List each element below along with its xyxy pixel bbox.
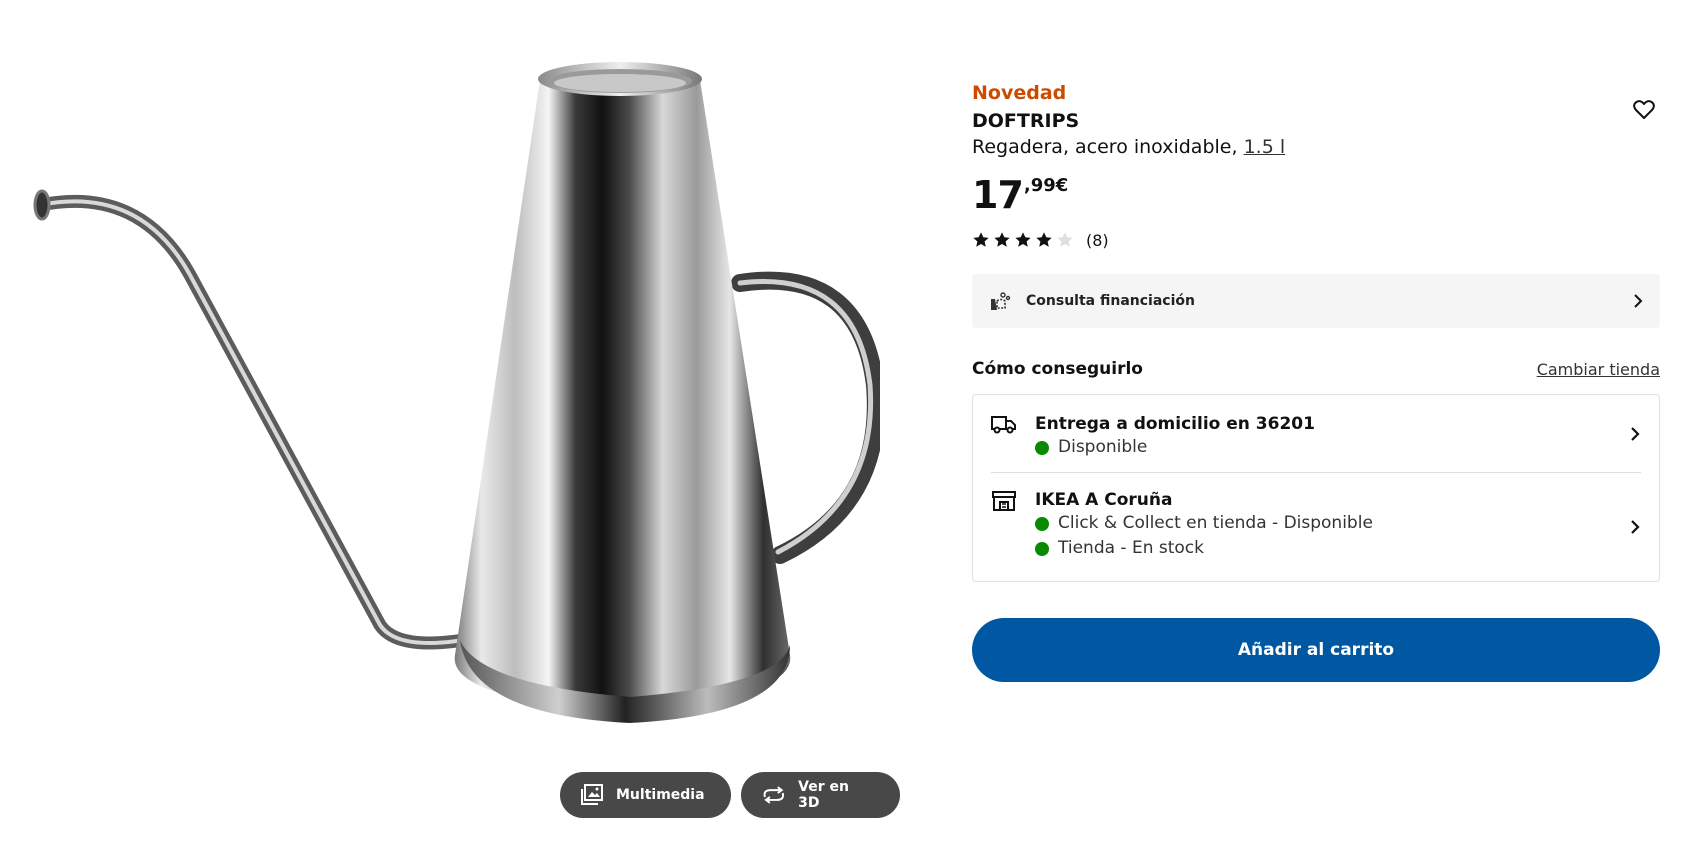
- add-to-cart-label: Añadir al carrito: [1237, 640, 1395, 660]
- new-badge: Novedad: [972, 82, 1067, 104]
- store-option[interactable]: IKEA A Coruña Click & Collect en tienda …: [991, 473, 1641, 581]
- click-collect-status: Click & Collect en tienda - Disponible: [1035, 511, 1641, 536]
- star-filled-icon: [973, 232, 989, 247]
- gallery-icon: [581, 784, 603, 805]
- product-image[interactable]: [20, 55, 880, 755]
- price: 17 ,99€: [972, 172, 1660, 220]
- change-store-link[interactable]: Cambiar tienda: [1537, 360, 1660, 379]
- home-delivery-status: Disponible: [1035, 435, 1641, 460]
- chevron-right-icon: [1631, 520, 1640, 534]
- truck-icon: [991, 416, 1016, 434]
- product-gallery: Multimedia Ver en 3D: [0, 0, 900, 846]
- home-delivery-option[interactable]: Entrega a domicilio en 36201 Disponible: [991, 395, 1641, 473]
- product-page: Multimedia Ver en 3D Novedad DOFTRIPS Re…: [0, 0, 1693, 846]
- view-3d-label: Ver en 3D: [798, 779, 849, 811]
- view-3d-button[interactable]: Ver en 3D: [740, 772, 900, 818]
- status-dot: [1035, 516, 1049, 531]
- price-decimal: ,99€: [1023, 175, 1069, 196]
- product-description: Regadera, acero inoxidable, 1.5 l: [972, 134, 1660, 160]
- heart-icon: [1633, 100, 1655, 119]
- how-to-get-title: Cómo conseguirlo: [972, 359, 1143, 379]
- store-stock-status-text: Tienda - En stock: [1058, 538, 1205, 558]
- status-dot: [1035, 440, 1049, 455]
- coins-icon: [991, 292, 1011, 310]
- product-info: Novedad DOFTRIPS Regadera, acero inoxida…: [972, 80, 1660, 682]
- review-count: (8): [1086, 230, 1109, 250]
- how-to-get-header: Cómo conseguirlo Cambiar tienda: [972, 356, 1660, 382]
- store-stock-status: Tienda - En stock: [1035, 536, 1641, 561]
- rating[interactable]: (8): [972, 226, 1660, 254]
- product-description-text: Regadera, acero inoxidable,: [972, 136, 1238, 158]
- rotate-3d-icon: [763, 786, 784, 804]
- star-filled-icon: [1015, 232, 1031, 247]
- media-controls: Multimedia Ver en 3D: [560, 772, 900, 818]
- product-size-link[interactable]: 1.5 l: [1244, 136, 1286, 158]
- star-filled-icon: [1036, 232, 1052, 247]
- price-integer: 17: [972, 173, 1024, 217]
- chevron-right-icon: [1634, 294, 1643, 308]
- fulfillment-options: Entrega a domicilio en 36201 Disponible: [972, 394, 1660, 582]
- status-dot: [1035, 541, 1049, 556]
- rating-stars: [972, 231, 1074, 249]
- star-empty-icon: [1057, 232, 1073, 247]
- click-collect-status-text: Click & Collect en tienda - Disponible: [1058, 513, 1373, 533]
- favorite-button[interactable]: [1628, 94, 1660, 126]
- add-to-cart-button[interactable]: Añadir al carrito: [972, 618, 1660, 682]
- financing-label: Consulta financiación: [1026, 293, 1195, 309]
- chevron-right-icon: [1631, 426, 1640, 441]
- multimedia-label: Multimedia: [616, 787, 705, 803]
- product-name[interactable]: DOFTRIPS: [972, 108, 1660, 134]
- financing-button[interactable]: Consulta financiación: [972, 274, 1660, 328]
- home-delivery-title: Entrega a domicilio en 36201: [1035, 414, 1315, 434]
- star-filled-icon: [994, 232, 1010, 247]
- multimedia-button[interactable]: Multimedia: [560, 772, 731, 818]
- home-delivery-status-text: Disponible: [1058, 437, 1148, 457]
- store-title: IKEA A Coruña: [1035, 490, 1173, 510]
- store-icon: [992, 491, 1016, 511]
